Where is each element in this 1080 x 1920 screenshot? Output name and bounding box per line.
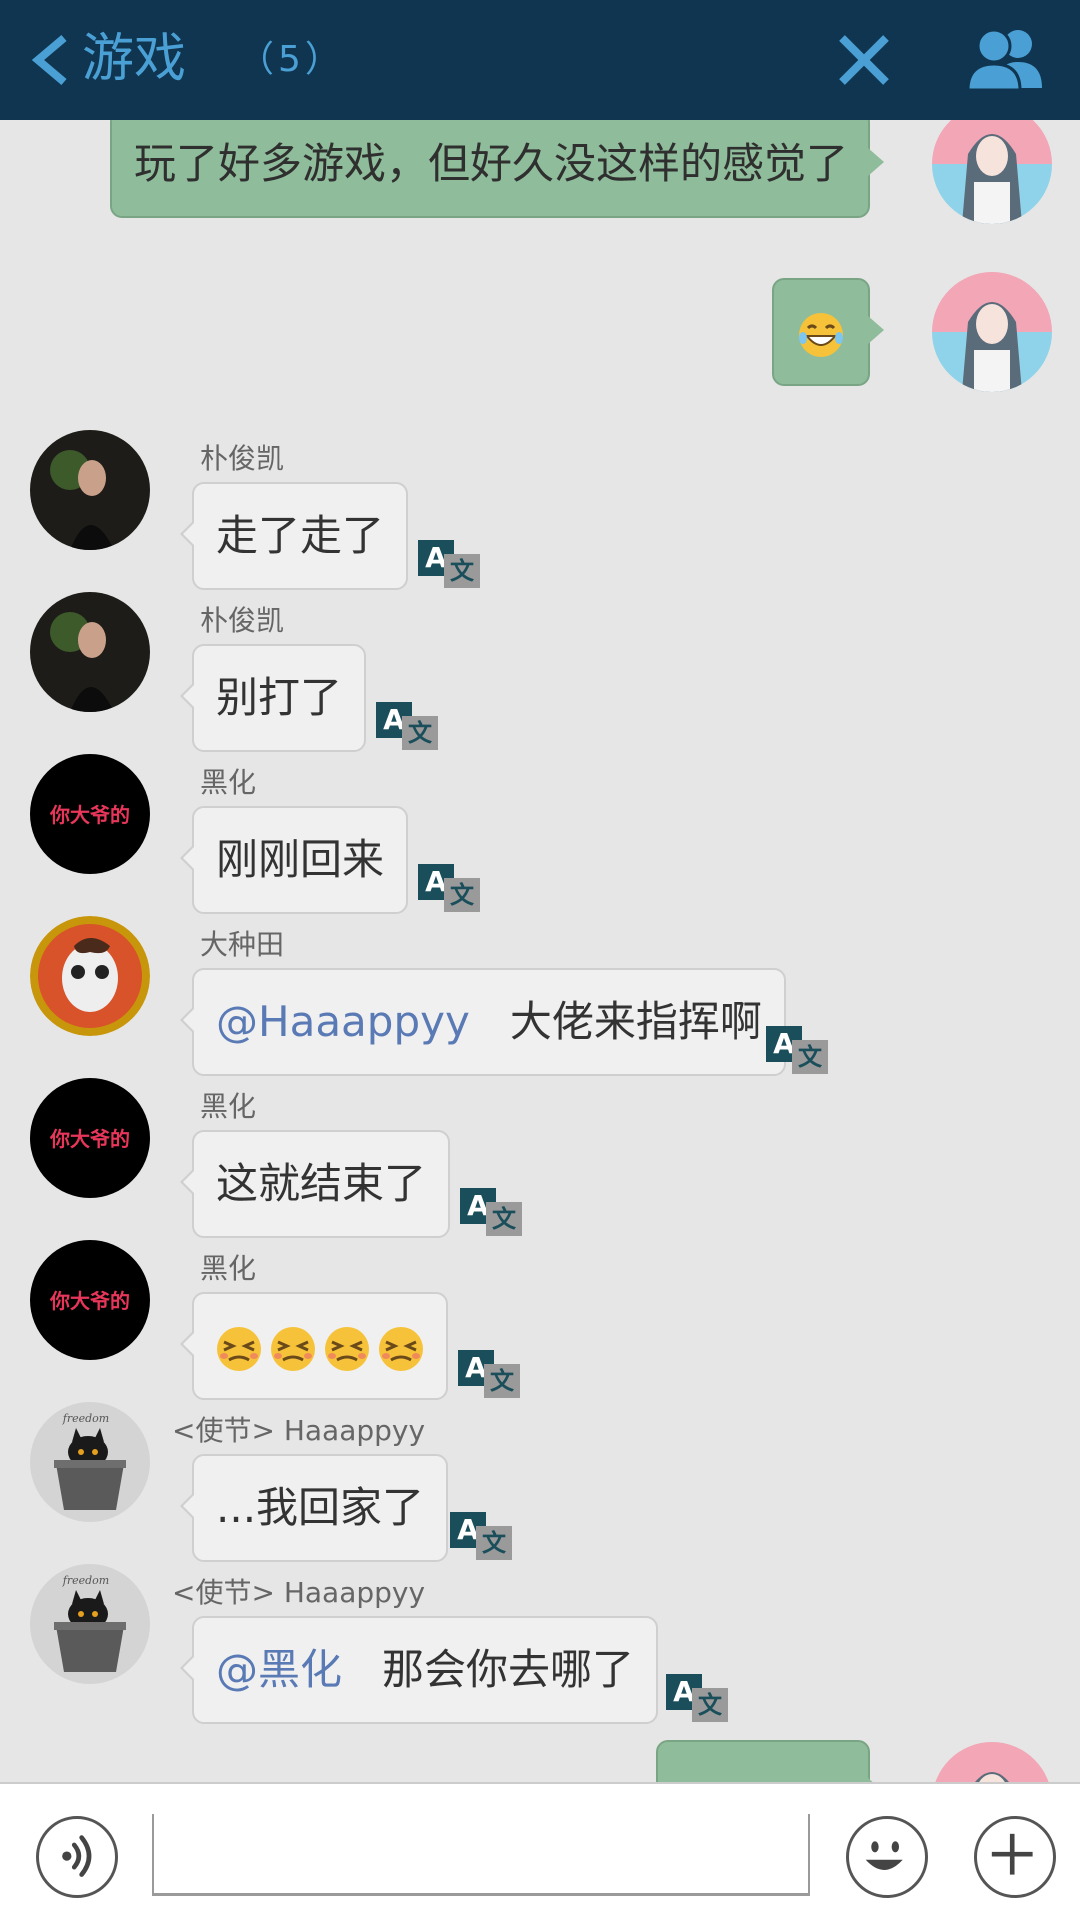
- avatar-caption: freedom: [62, 1412, 109, 1425]
- sender-name: 朴俊凯: [200, 604, 285, 637]
- chat-header: 游戏 （5）: [0, 0, 1080, 120]
- incoming-bubble[interactable]: @黑化 那会你去哪了: [179, 1616, 659, 1724]
- sender-name: 朴俊凯: [200, 442, 285, 475]
- sender-avatar[interactable]: freedom: [30, 1564, 150, 1684]
- translate-icon[interactable]: A文: [450, 1512, 512, 1560]
- avatar-logo-text: 你大爷的: [49, 1127, 130, 1151]
- self-avatar[interactable]: [932, 120, 1052, 224]
- sender-avatar[interactable]: [30, 430, 150, 550]
- translate-icon[interactable]: A文: [460, 1188, 522, 1236]
- message-text: 大佬来指挥啊: [509, 997, 762, 1046]
- input-bar: [0, 1782, 1080, 1920]
- incoming-bubble[interactable]: ...我回家了: [179, 1454, 449, 1562]
- sender-avatar[interactable]: [30, 592, 150, 712]
- sender-name: 黑化: [200, 1090, 257, 1123]
- incoming-bubble[interactable]: @Haaappyy 大佬来指挥啊: [180, 968, 786, 1076]
- incoming-bubble[interactable]: 走了走了: [179, 482, 409, 590]
- message-text: 别打了: [216, 673, 343, 722]
- translate-icon[interactable]: A文: [766, 1026, 828, 1074]
- tears-of-joy-emoji: [799, 312, 843, 357]
- translate-icon[interactable]: A文: [418, 864, 480, 912]
- mention-link[interactable]: @Haaappyy: [216, 997, 470, 1046]
- persevering-face-emoji: [217, 1326, 261, 1371]
- voice-button[interactable]: [36, 1816, 118, 1898]
- sender-name: <使节> Haaappyy: [172, 1576, 426, 1609]
- emoji-button[interactable]: [846, 1816, 928, 1898]
- emoji-icon: [865, 1841, 903, 1870]
- message-list[interactable]: 玩了好多游戏，但好久没这样的感觉了 朴俊凯 走了走了 A 文 朴俊凯 别打了 A…: [0, 120, 1080, 1782]
- close-icon[interactable]: [836, 32, 892, 88]
- incoming-bubble[interactable]: 别打了: [179, 644, 367, 752]
- message-text: ...我回家了: [216, 1483, 425, 1532]
- outgoing-bubble[interactable]: 玩了好多游戏，但好久没这样的感觉了: [110, 120, 884, 218]
- plus-icon: [991, 1833, 1033, 1875]
- avatar-caption: freedom: [62, 1574, 109, 1587]
- sender-avatar[interactable]: 你大爷的: [30, 1240, 150, 1360]
- avatar-logo-text: 你大爷的: [49, 803, 130, 827]
- chat-title: 游戏: [82, 29, 187, 89]
- group-members-icon[interactable]: [966, 26, 1046, 92]
- sender-name: 黑化: [200, 766, 257, 799]
- translate-icon[interactable]: A文: [376, 702, 438, 750]
- sender-name: 黑化: [200, 1252, 257, 1285]
- member-count: （5）: [238, 39, 345, 80]
- incoming-bubble[interactable]: 这就结束了: [179, 1130, 451, 1238]
- message-text: 刚刚回来: [216, 835, 385, 884]
- sender-name: <使节> Haaappyy: [172, 1414, 426, 1447]
- sender-avatar[interactable]: freedom: [30, 1402, 150, 1522]
- message-text: 玩了好多游戏，但好久没这样的感觉了: [134, 139, 849, 188]
- message-text: 走了走了: [216, 511, 385, 560]
- persevering-face-emoji: [271, 1326, 315, 1371]
- translate-icon[interactable]: A文: [666, 1674, 728, 1722]
- message-text: 那会你去哪了: [382, 1645, 635, 1694]
- sender-avatar[interactable]: [30, 916, 150, 1036]
- incoming-bubble[interactable]: 刚刚回来: [179, 806, 409, 914]
- translate-icon[interactable]: A文: [458, 1350, 520, 1398]
- voice-icon: [62, 1835, 92, 1877]
- mention-link[interactable]: @黑化: [216, 1645, 342, 1694]
- message-text: 这就结束了: [216, 1159, 427, 1208]
- sender-avatar[interactable]: 你大爷的: [30, 754, 150, 874]
- plus-button[interactable]: [974, 1816, 1056, 1898]
- outgoing-bubble[interactable]: [656, 1740, 884, 1782]
- outgoing-bubble[interactable]: [772, 278, 884, 386]
- incoming-bubble[interactable]: [180, 1292, 448, 1400]
- translate-icon[interactable]: A文: [418, 540, 480, 588]
- persevering-face-emoji: [325, 1326, 369, 1371]
- persevering-face-emoji: [379, 1326, 423, 1371]
- sender-avatar[interactable]: 你大爷的: [30, 1078, 150, 1198]
- message-input[interactable]: [152, 1814, 810, 1896]
- self-avatar[interactable]: [932, 1742, 1052, 1782]
- chevron-left-icon[interactable]: [30, 34, 70, 86]
- self-avatar[interactable]: [932, 272, 1052, 392]
- avatar-logo-text: 你大爷的: [49, 1289, 130, 1313]
- sender-name: 大种田: [200, 928, 285, 961]
